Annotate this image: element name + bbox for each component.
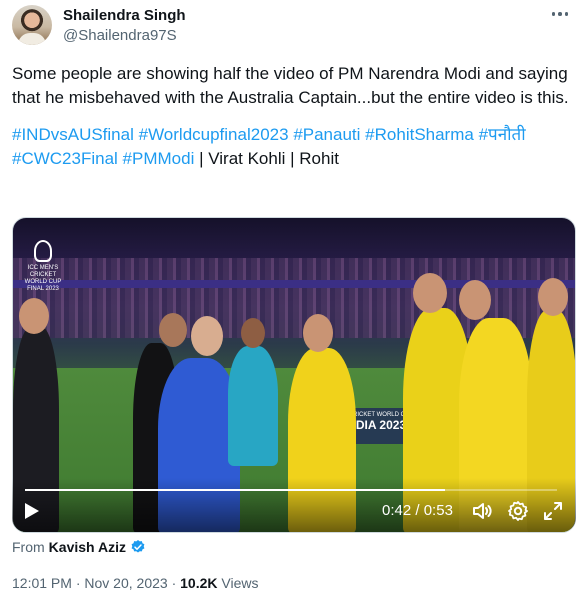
more-options-icon[interactable] — [548, 4, 572, 24]
person-head — [191, 316, 223, 356]
tweet-time[interactable]: 12:01 PM — [12, 575, 72, 591]
source-name[interactable]: Kavish Aziz — [49, 539, 126, 555]
hashtag-link[interactable]: #Panauti — [293, 125, 360, 144]
fullscreen-icon[interactable] — [541, 499, 565, 523]
source-prefix: From — [12, 539, 45, 555]
author-avatar[interactable] — [12, 5, 52, 45]
boundary-banner — [13, 280, 575, 288]
tweet-hashtags: #INDvsAUSfinal #Worldcupfinal2023 #Panau… — [12, 123, 572, 170]
current-time: 0:42 — [382, 502, 412, 519]
person-teal-shirt — [228, 346, 278, 466]
video-progress-fill — [25, 489, 446, 491]
tweet-meta: 12:01 PM · Nov 20, 2023 · 10.2K Views — [12, 575, 258, 591]
hashtag-link[interactable]: #RohitSharma — [365, 125, 474, 144]
hashtag-link[interactable]: #पनौती — [479, 125, 526, 144]
board-big-text: DIA 2023 — [355, 418, 407, 432]
tweet-body: Some people are showing half the video o… — [12, 64, 569, 107]
author-name[interactable]: Shailendra Singh — [63, 7, 186, 24]
time-separator: / — [415, 502, 420, 519]
logo-line: CRICKET — [29, 272, 57, 278]
tweet-tail-text: | Virat Kohli | Rohit — [194, 148, 339, 168]
hashtag-link[interactable]: #CWC23Final — [12, 149, 118, 168]
verified-badge-icon — [131, 540, 145, 553]
volume-icon[interactable] — [470, 499, 494, 523]
views-count: 10.2K — [180, 575, 218, 591]
meta-dot: · — [171, 575, 177, 591]
settings-icon[interactable] — [506, 499, 530, 523]
tweet-text: Some people are showing half the video o… — [12, 62, 572, 170]
person-head — [303, 314, 333, 352]
play-icon[interactable] — [25, 503, 39, 519]
person-head — [459, 280, 491, 320]
author-handle[interactable]: @Shailendra97S — [63, 27, 177, 44]
person-head — [19, 298, 49, 334]
hashtag-link[interactable]: #PMModi — [123, 149, 195, 168]
person-head — [159, 313, 187, 347]
views-label: Views — [221, 575, 259, 591]
logo-line: FINAL 2023 — [27, 286, 59, 292]
person-head — [538, 278, 568, 316]
video-time: 0:42 / 0:53 — [382, 502, 453, 519]
tweet-date[interactable]: Nov 20, 2023 — [84, 575, 167, 591]
duration: 0:53 — [423, 502, 453, 519]
person-head — [241, 318, 265, 348]
logo-line: ICC MEN'S — [27, 265, 59, 271]
person-head — [413, 273, 447, 313]
logo-line: WORLD CUP — [24, 279, 62, 285]
video-progress-bar[interactable] — [25, 489, 557, 491]
meta-dot: · — [75, 575, 81, 591]
hashtag-link[interactable]: #INDvsAUSfinal — [12, 125, 134, 144]
video-source: From Kavish Aziz — [12, 539, 146, 555]
trophy-icon — [34, 240, 52, 262]
hashtag-link[interactable]: #Worldcupfinal2023 — [139, 125, 289, 144]
world-cup-logo: ICC MEN'S CRICKET WORLD CUP FINAL 2023 — [23, 240, 63, 304]
